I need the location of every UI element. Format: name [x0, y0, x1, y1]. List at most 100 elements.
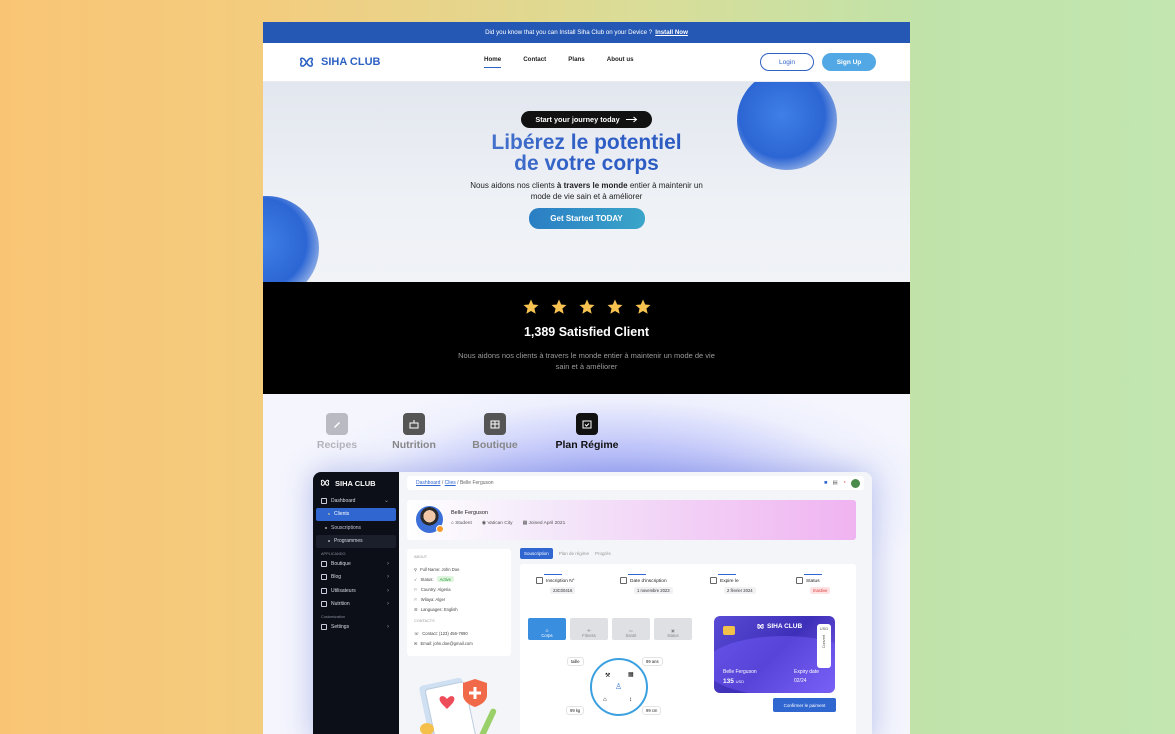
- chip-corps[interactable]: ☺ Corps: [528, 618, 566, 640]
- hero-description: Nous aidons nos clients à travers le mon…: [263, 180, 910, 202]
- subscription-card: Inscription N° 23C00416 Date d'inscriptio…: [520, 564, 856, 734]
- sidebar-group-label: APPLICANDO: [321, 552, 346, 556]
- nutrition-icon: [321, 601, 327, 608]
- profile-header: Belle Ferguson ⌂ Student ◉ Vatican City …: [407, 500, 856, 540]
- about-contact: Contact: (123) 456-7890: [422, 630, 468, 636]
- notification-icon[interactable]: ◔: [843, 480, 846, 486]
- tab-progres[interactable]: Progrès: [595, 551, 611, 556]
- about-status-label: Status:: [420, 576, 434, 582]
- rating-desc-line1: Nous aidons nos clients à travers le mon…: [458, 351, 715, 360]
- card-expiry-label: Expiry date: [794, 669, 820, 675]
- feature-tabs: Recipes Nutrition Boutique Plan Régime: [263, 413, 910, 453]
- decorative-blob: [263, 196, 319, 282]
- id-icon: [536, 577, 543, 584]
- stat-accent: [628, 574, 646, 575]
- shop-icon: [484, 413, 506, 435]
- currency-switch[interactable]: USD Convert: [817, 624, 831, 668]
- about-card: ABOUT ⚲ Full Name: John Doe ✓ Status: Ac…: [407, 549, 511, 656]
- tab-plan-de-regime[interactable]: Plan de régime: [559, 551, 589, 556]
- calendar-icon: ▦: [628, 672, 634, 678]
- hero-title-line1: Libérez le potentiel: [491, 131, 682, 154]
- site-logo[interactable]: SIHA CLUB: [297, 53, 380, 72]
- bullet-icon: [325, 526, 327, 529]
- sidebar-label: Clients: [334, 511, 350, 518]
- nav-contact[interactable]: Contact: [523, 56, 546, 68]
- convert-label: Convert: [822, 635, 826, 649]
- tab-boutique[interactable]: Boutique: [466, 413, 524, 451]
- chevron-right-icon: ›: [387, 560, 389, 567]
- install-now-link[interactable]: Install Now: [655, 29, 688, 36]
- tab-souscription[interactable]: Souscription: [520, 548, 553, 559]
- get-started-button[interactable]: Get Started TODAY: [528, 208, 645, 229]
- sidebar-item-programmes[interactable]: Programmes: [316, 534, 396, 548]
- profile-meta: ⌂ Student ◉ Vatican City ▦ Joined April …: [451, 521, 565, 526]
- hero-desc-post: entier à maintenir un: [627, 181, 703, 190]
- stat-label: Inscription N°: [546, 578, 575, 584]
- bullet-icon: [328, 540, 330, 543]
- calendar-icon[interactable]: ▤: [832, 480, 837, 486]
- tab-plan-regime[interactable]: Plan Régime: [549, 413, 625, 451]
- tab-recipes[interactable]: Recipes: [307, 413, 367, 451]
- nav-about[interactable]: About us: [607, 56, 634, 68]
- rating-description: Nous aidons nos clients à travers le mon…: [263, 350, 910, 372]
- flag-icon[interactable]: ■: [824, 480, 827, 486]
- rating-desc-line2: sain et à améliorer: [555, 362, 618, 371]
- subscription-tabs: Souscription Plan de régime Progrès: [520, 548, 856, 559]
- stat-value: 23C00416: [550, 587, 576, 594]
- card-expiry-value: 02/24: [794, 678, 807, 684]
- sidebar-item-clients[interactable]: Clients: [316, 507, 396, 521]
- sidebar-label: Settings: [331, 623, 350, 630]
- home-icon: [321, 497, 327, 504]
- sidebar-label: Utilisateurs: [331, 587, 356, 594]
- breadcrumb-current: Belle Ferguson: [459, 480, 494, 486]
- sidebar-item-dashboard[interactable]: Dashboard ⌄: [313, 494, 399, 508]
- calendar-icon: [710, 577, 717, 584]
- star-icon: [523, 299, 538, 314]
- document-icon: [321, 574, 327, 581]
- ruler-icon: ⚒: [605, 673, 611, 679]
- tab-plan-regime-label: Plan Régime: [555, 439, 619, 451]
- header-actions: ■ ▤ ◔: [824, 478, 860, 488]
- signup-button[interactable]: Sign Up: [822, 53, 876, 71]
- breadcrumb-clients[interactable]: Clies: [445, 480, 456, 486]
- stat-date-inscription: Date d'inscription 1 novembre 2023: [620, 574, 673, 594]
- sidebar-item-nutrition[interactable]: Nutrition ›: [313, 598, 399, 612]
- tab-recipes-label: Recipes: [316, 439, 358, 451]
- about-row: ☰ Languages: English: [414, 606, 458, 612]
- login-button[interactable]: Login: [760, 53, 814, 71]
- nav-plans[interactable]: Plans: [568, 56, 585, 68]
- stat-accent: [804, 574, 822, 575]
- calendar-check-icon: [576, 413, 598, 435]
- user-avatar[interactable]: [851, 478, 860, 488]
- stat-label: Status: [806, 578, 820, 584]
- shop-icon: [321, 560, 327, 567]
- sidebar-item-settings[interactable]: Settings ›: [313, 620, 399, 634]
- about-row: ☏ Contact: (123) 456-7890: [414, 630, 468, 636]
- card-amount-value: 135: [723, 678, 734, 685]
- profile-city-text: Vatican City: [487, 521, 513, 526]
- height-icon: ↕: [629, 697, 632, 703]
- metric-poids: 99 kg: [566, 706, 585, 715]
- body-metrics-ring: ⚒ ▦ ♙ ⌂ ↕: [590, 658, 648, 716]
- breadcrumb: Dashboard / Clies / Belle Ferguson ■ ▤ ◔: [407, 476, 864, 490]
- chip-label: Corps: [541, 633, 553, 638]
- sidebar-item-boutique[interactable]: Boutique ›: [313, 557, 399, 571]
- about-row: ⚐ Wilaya: Alger: [414, 596, 446, 602]
- journey-pill[interactable]: Start your journey today: [521, 111, 652, 128]
- confirm-payment-button[interactable]: Confirmer le paiment: [773, 698, 836, 712]
- bullet-icon: [328, 513, 330, 516]
- gear-icon: [321, 623, 327, 630]
- chip-sante[interactable]: ▭ Santé: [612, 618, 650, 640]
- chip-fitness[interactable]: ✣ Fitness: [570, 618, 608, 640]
- metric-age: 99 ans: [642, 657, 663, 666]
- arrow-right-icon: [625, 116, 637, 123]
- nav-home[interactable]: Home: [484, 56, 502, 68]
- sidebar-item-blog[interactable]: Blog ›: [313, 571, 399, 585]
- chip-status[interactable]: ▣ status: [654, 618, 692, 640]
- sidebar-item-souscriptions[interactable]: Souscriptions: [313, 521, 399, 535]
- sidebar-item-utilisateurs[interactable]: Utilisateurs ›: [313, 584, 399, 598]
- tab-nutrition-label: Nutrition: [392, 439, 436, 451]
- dashboard-main: Dashboard / Clies / Belle Ferguson ■ ▤ ◔…: [399, 472, 872, 734]
- breadcrumb-dashboard[interactable]: Dashboard: [416, 480, 440, 486]
- tab-nutrition[interactable]: Nutrition: [385, 413, 443, 451]
